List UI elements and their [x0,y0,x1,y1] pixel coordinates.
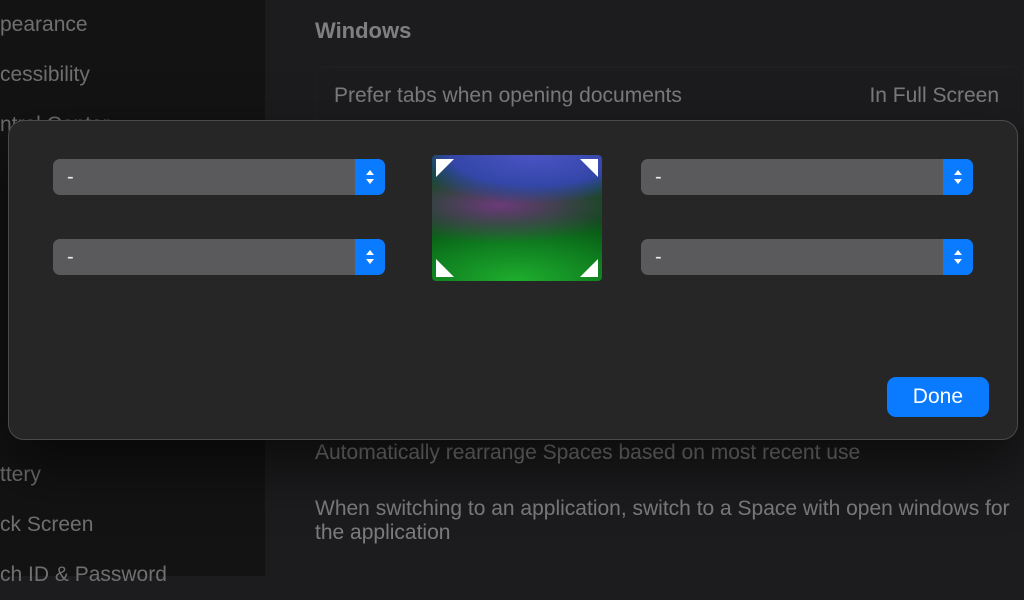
label-rearrange-spaces: Automatically rearrange Spaces based on … [315,441,860,465]
done-button[interactable]: Done [887,377,989,417]
label-switch-app-space: When switching to an application, switch… [315,497,1018,545]
corner-indicator-icon [436,259,454,277]
row-switch-app-space[interactable]: When switching to an application, switch… [315,481,1024,561]
corner-select-bottom-left[interactable]: - [53,239,385,275]
sidebar-item-battery[interactable]: ttery [0,450,265,500]
group-windows: Prefer tabs when opening documents In Fu… [315,66,1024,125]
corner-indicator-icon [580,259,598,277]
chevron-updown-icon [943,159,973,195]
corner-indicator-icon [436,159,454,177]
section-title-windows: Windows [315,18,1024,44]
sidebar-item-touch-id[interactable]: ch ID & Password [0,550,265,600]
sidebar-item-appearance[interactable]: pearance [0,0,265,50]
corner-value-bottom-right: - [655,246,662,269]
sidebar-item-lock-screen[interactable]: ck Screen [0,500,265,550]
corner-select-top-left[interactable]: - [53,159,385,195]
hot-corners-grid: - - - - [37,149,989,339]
label-prefer-tabs: Prefer tabs when opening documents [334,84,682,108]
chevron-updown-icon [943,239,973,275]
chevron-updown-icon [355,159,385,195]
corner-value-top-right: - [655,166,662,189]
corner-value-top-left: - [67,166,74,189]
value-prefer-tabs: In Full Screen [869,84,999,108]
corner-value-bottom-left: - [67,246,74,269]
sidebar-item-accessibility[interactable]: cessibility [0,50,265,100]
chevron-updown-icon [355,239,385,275]
corner-indicator-icon [580,159,598,177]
row-prefer-tabs[interactable]: Prefer tabs when opening documents In Fu… [334,67,1005,124]
corner-select-top-right[interactable]: - [641,159,973,195]
corner-select-bottom-right[interactable]: - [641,239,973,275]
desktop-thumbnail [432,155,602,281]
hot-corners-sheet: - - - - [8,120,1018,440]
